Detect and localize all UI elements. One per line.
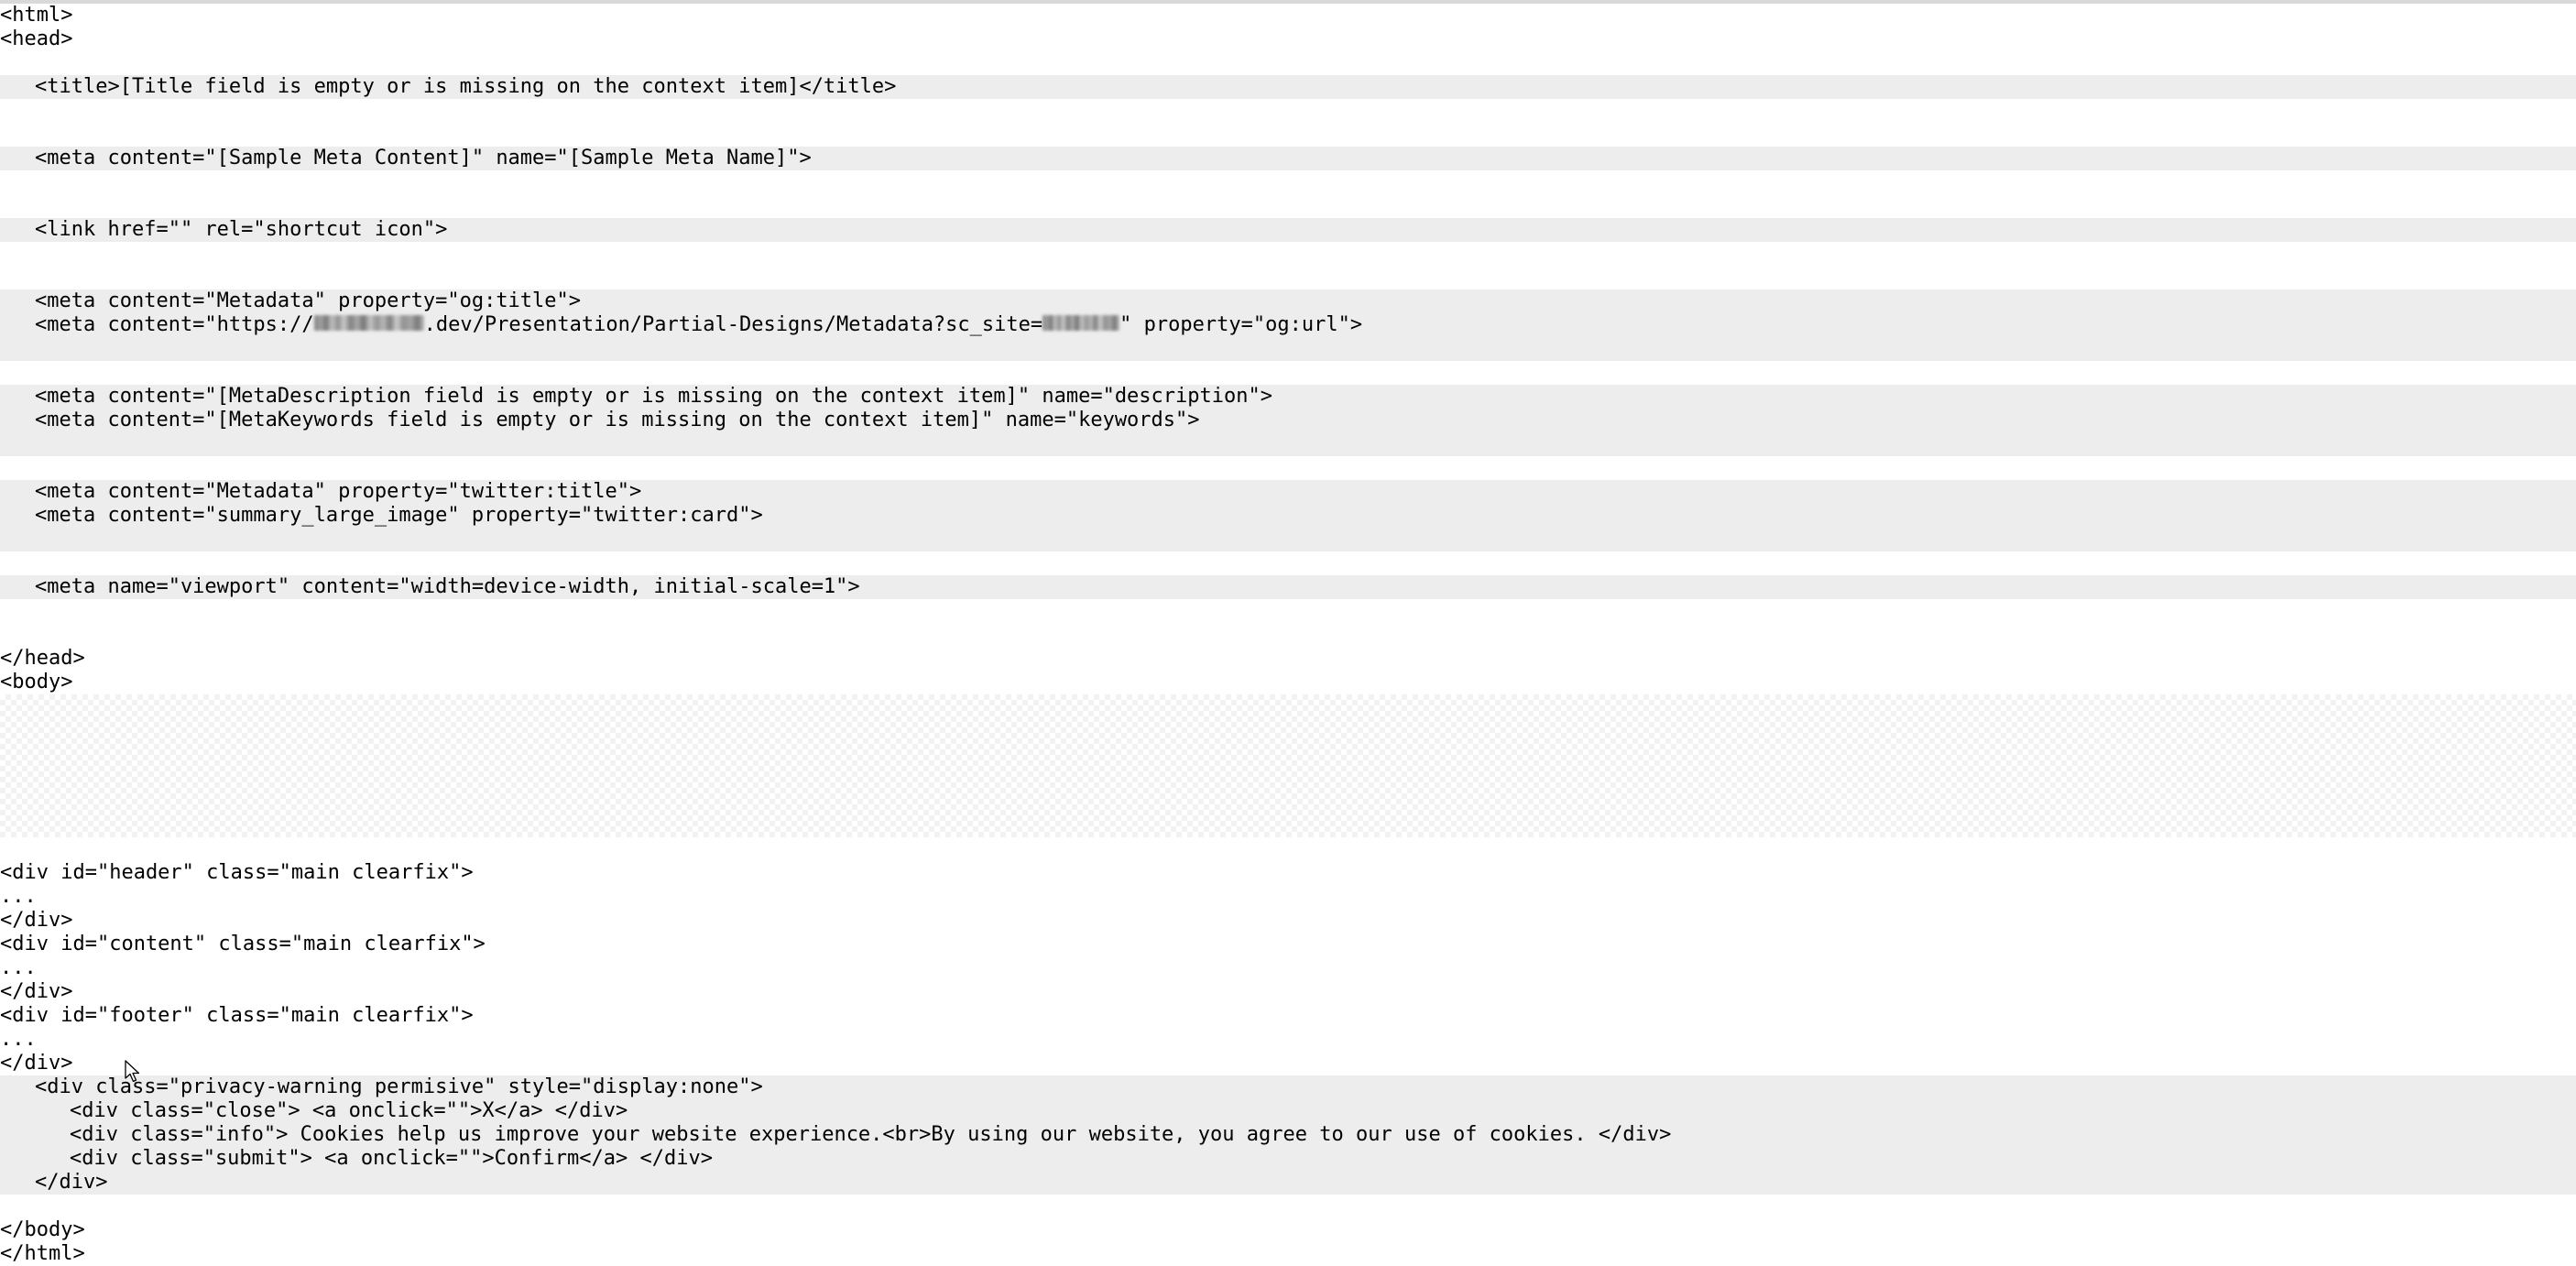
code-line — [0, 194, 2576, 218]
code-line — [0, 1195, 2576, 1218]
code-line: </head> — [0, 647, 2576, 671]
code-line: <meta content="Metadata" property="twitt… — [0, 480, 2576, 504]
code-line: </body> — [0, 1218, 2576, 1242]
code-line: <meta content="Metadata" property="og:ti… — [0, 289, 2576, 313]
code-line — [0, 51, 2576, 75]
code-line: </div> — [0, 1171, 2576, 1195]
code-line — [0, 432, 2576, 456]
code-line — [0, 837, 2576, 861]
code-line: <div class="privacy-warning permisive" s… — [0, 1075, 2576, 1099]
view-source-page: <html> <head> <title>[Title field is empt… — [0, 0, 2576, 1266]
code-line: <meta content="[MetaDescription field is… — [0, 385, 2576, 409]
code-line — [0, 123, 2576, 147]
code-line: </div> — [0, 980, 2576, 1004]
code-line — [0, 170, 2576, 194]
code-line: ... — [0, 956, 2576, 980]
code-line: ... — [0, 885, 2576, 909]
code-line: </html> — [0, 1242, 2576, 1266]
code-line — [0, 242, 2576, 266]
code-line: </div> — [0, 909, 2576, 933]
code-line: <meta content="[Sample Meta Content]" na… — [0, 147, 2576, 170]
code-line — [0, 551, 2576, 575]
code-line — [0, 456, 2576, 480]
code-text: <meta content="https:// — [35, 313, 314, 336]
code-line: <title>[Title field is empty or is missi… — [0, 75, 2576, 99]
code-text: .dev/Presentation/Partial-Designs/Metada… — [423, 313, 1043, 336]
redacted-site-parameter — [1042, 315, 1120, 331]
code-line: <meta content="https:// .dev/Presentation… — [0, 313, 2576, 337]
code-line — [0, 266, 2576, 289]
code-line — [0, 99, 2576, 123]
code-line: <div class="submit"> <a onclick="">Confi… — [0, 1147, 2576, 1171]
code-line — [0, 528, 2576, 551]
code-line: <meta name="viewport" content="width=dev… — [0, 575, 2576, 599]
code-line: <div class="info"> Cookies help us impro… — [0, 1123, 2576, 1147]
code-line — [0, 623, 2576, 647]
code-line: ... — [0, 1028, 2576, 1052]
code-line: <meta content="[MetaKeywords field is em… — [0, 409, 2576, 432]
code-line: <body> — [0, 671, 2576, 694]
code-line: <html> — [0, 4, 2576, 27]
code-line: <div id="footer" class="main clearfix"> — [0, 1004, 2576, 1028]
redacted-hostname — [313, 315, 424, 331]
code-line — [0, 361, 2576, 385]
code-line: <meta content="summary_large_image" prop… — [0, 504, 2576, 528]
code-line: <div id="content" class="main clearfix"> — [0, 933, 2576, 956]
code-line: <head> — [0, 27, 2576, 51]
code-text: " property="og:url"> — [1119, 313, 1363, 336]
source-code-block[interactable]: <html> <head> <title>[Title field is empt… — [0, 4, 2576, 1266]
code-line: <link href="" rel="shortcut icon"> — [0, 218, 2576, 242]
code-line: </div> — [0, 1052, 2576, 1075]
code-line — [0, 337, 2576, 361]
code-line: <div id="header" class="main clearfix"> — [0, 861, 2576, 885]
code-line: <div class="close"> <a onclick="">X</a> … — [0, 1099, 2576, 1123]
code-line — [0, 599, 2576, 623]
checkerboard-transparency-area — [0, 694, 2576, 837]
